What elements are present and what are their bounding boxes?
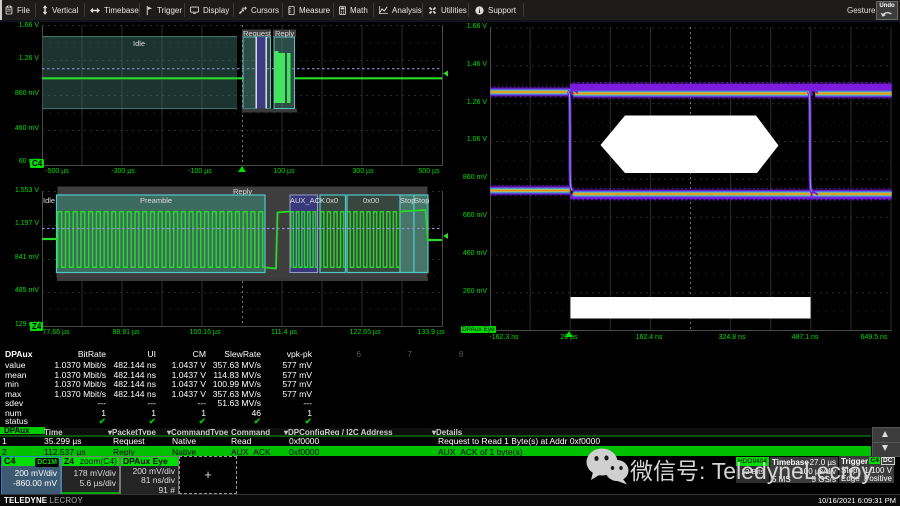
svg-text:i: i <box>479 8 481 15</box>
